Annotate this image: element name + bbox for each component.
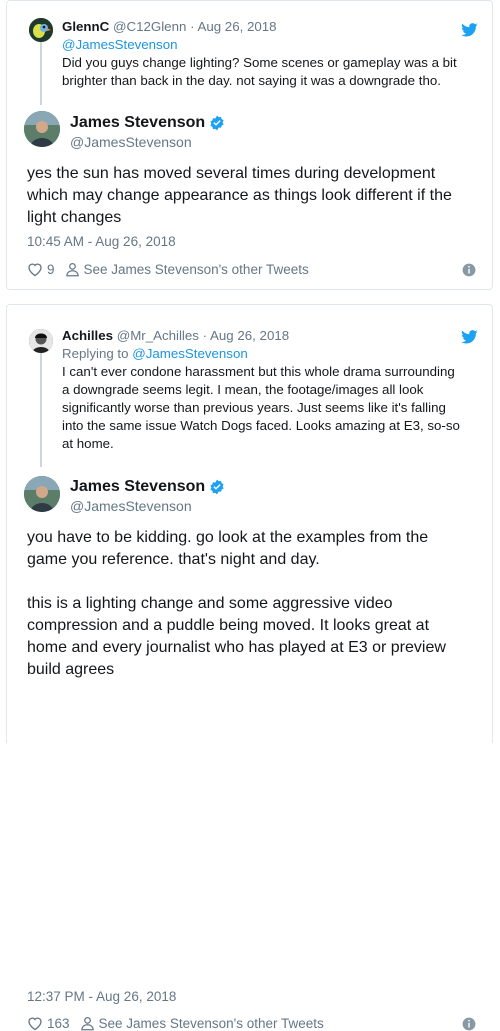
info-icon[interactable] [462,1017,476,1031]
verified-badge-icon [210,115,224,131]
like-count: 9 [47,262,55,277]
author-name[interactable]: James Stevenson [70,477,205,497]
author-photo-icon [24,111,60,147]
tweet-paragraph: this is a lighting change and some aggre… [27,595,446,678]
info-icon[interactable] [462,263,476,277]
other-tweets-link[interactable]: See James Stevenson's other Tweets [80,1016,324,1031]
heart-icon [28,263,42,277]
twitter-bird-icon[interactable] [461,23,478,37]
face-avatar-icon [29,329,53,353]
twitter-bird-icon[interactable] [461,330,478,344]
author-avatar[interactable] [24,476,60,512]
tweet-paragraph: yes the sun has moved several times duri… [27,165,452,226]
other-tweets-link[interactable]: See James Stevenson's other Tweets [65,262,309,277]
parent-author-name[interactable]: Achilles [62,328,113,343]
tweet-paragraph: you have to be kidding. go look at the e… [27,529,429,568]
replying-to-label: Replying to [62,346,129,361]
parent-date[interactable]: · Aug 26, 2018 [203,328,290,343]
like-button[interactable]: 9 [27,262,55,277]
person-icon [65,262,79,277]
tweet-text: yes the sun has moved several times duri… [27,163,472,229]
parent-tweet-text: Did you guys change lighting? Some scene… [62,55,457,88]
tweet-card: Achilles @Mr_Achilles · Aug 26, 2018 Rep… [6,304,493,1031]
heart-icon [28,1017,42,1031]
parrot-avatar-icon [29,18,53,42]
mention-link[interactable]: @JamesStevenson [62,37,178,52]
tweet-timestamp[interactable]: 12:37 PM - Aug 26, 2018 [27,989,176,1004]
thread-line [40,41,42,105]
tweet-card: GlennC @C12Glenn · Aug 26, 2018 @JamesSt… [6,0,493,290]
parent-tweet[interactable]: GlennC @C12Glenn · Aug 26, 2018 @JamesSt… [62,18,462,90]
like-count: 163 [47,1016,70,1031]
parent-tweet-text: I can't ever condone harassment but this… [62,364,460,451]
tweet-actions: 9 See James Stevenson's other Tweets [27,262,476,277]
author-name[interactable]: James Stevenson [70,113,205,133]
tweet-actions: 163 See James Stevenson's other Tweets [27,1016,476,1031]
parent-avatar[interactable] [29,18,53,42]
person-icon [80,1016,94,1031]
author-info[interactable]: James Stevenson @JamesStevenson [70,477,225,515]
author-avatar[interactable] [24,111,60,147]
parent-author-handle[interactable]: @C12Glenn [113,19,186,34]
parent-author-handle[interactable]: @Mr_Achilles [117,328,199,343]
thread-line [40,349,42,467]
other-tweets-label: See James Stevenson's other Tweets [98,1016,324,1031]
parent-date[interactable]: · Aug 26, 2018 [190,19,277,34]
like-button[interactable]: 163 [27,1016,70,1031]
author-info[interactable]: James Stevenson @JamesStevenson [70,113,225,151]
mention-link[interactable]: @JamesStevenson [132,346,248,361]
parent-tweet[interactable]: Achilles @Mr_Achilles · Aug 26, 2018 Rep… [62,327,462,453]
verified-badge-icon [210,479,224,495]
parent-avatar[interactable] [29,329,53,353]
parent-author-name[interactable]: GlennC [62,19,109,34]
author-handle[interactable]: @JamesStevenson [70,133,225,151]
tweet-timestamp[interactable]: 10:45 AM - Aug 26, 2018 [27,234,176,249]
author-handle[interactable]: @JamesStevenson [70,497,225,515]
tweet-text: you have to be kidding. go look at the e… [27,527,472,681]
other-tweets-label: See James Stevenson's other Tweets [83,262,309,277]
author-photo-icon [24,476,60,512]
